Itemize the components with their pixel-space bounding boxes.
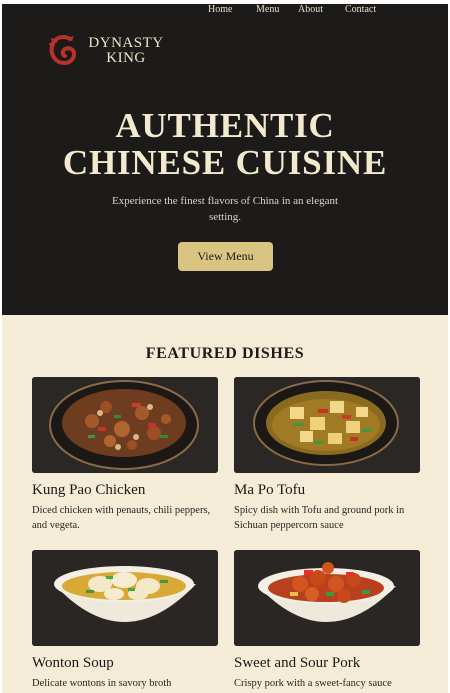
hero-title-line2: CHINESE CUISINE <box>62 143 388 182</box>
brand-name-line2: KING <box>106 50 146 66</box>
dish-name: Wonton Soup <box>32 655 114 671</box>
dish-image-ma-po-tofu <box>234 377 420 473</box>
dish-description: Crispy pork with a sweet-fancy sauce <box>234 678 392 689</box>
brand-name: DYNASTY KING <box>84 36 168 66</box>
page: DYNASTY KING Home Menu About Contact AUT… <box>2 4 448 693</box>
view-menu-button[interactable]: View Menu <box>178 242 273 271</box>
nav-link-menu[interactable]: Menu <box>256 4 279 15</box>
nav-link-about[interactable]: About <box>298 4 323 15</box>
hero-section: DYNASTY KING Home Menu About Contact AUT… <box>2 4 448 315</box>
hero-title-line1: AUTHENTIC <box>115 106 335 145</box>
dish-image-kung-pao <box>32 377 218 473</box>
dish-name: Kung Pao Chicken <box>32 482 146 498</box>
dish-image-sweet-sour-pork <box>234 550 420 646</box>
hero-subtitle: Experience the finest flavors of China i… <box>111 195 339 223</box>
dish-name: Ma Po Tofu <box>234 482 306 498</box>
nav-link-home[interactable]: Home <box>208 4 232 15</box>
dish-description: Delicate wontons in savory broth <box>32 678 172 689</box>
nav-link-contact[interactable]: Contact <box>345 4 376 15</box>
featured-section: FEATURED DISHES Kung Pao Chicken Diced c… <box>2 315 448 693</box>
brand-logo[interactable]: DYNASTY KING <box>48 34 168 72</box>
featured-title: FEATURED DISHES <box>145 345 305 362</box>
dragon-icon <box>49 35 77 66</box>
brand-name-line1: DYNASTY <box>88 35 164 51</box>
dish-name: Sweet and Sour Pork <box>234 655 361 671</box>
dish-image-wonton-soup <box>32 550 218 646</box>
dish-description: Diced chicken with penauts, chili pepper… <box>32 505 211 531</box>
dish-description: Spicy dish with Tofu and ground pork in … <box>234 505 405 531</box>
hero-title: AUTHENTIC CHINESE CUISINE <box>2 107 448 181</box>
